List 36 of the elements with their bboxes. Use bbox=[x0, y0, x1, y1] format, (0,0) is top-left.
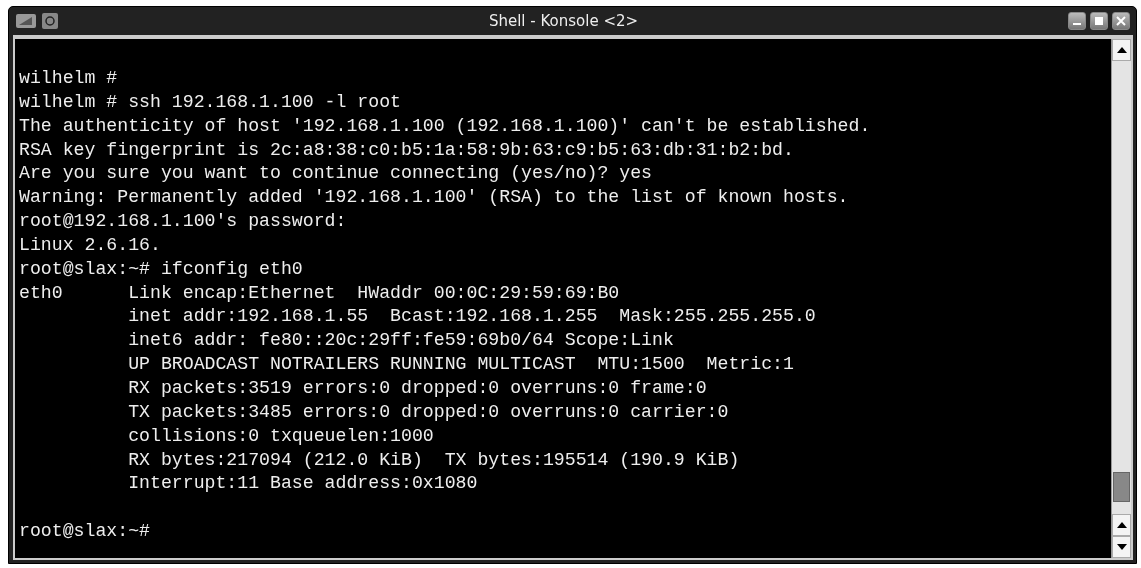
terminal-line: UP BROADCAST NOTRAILERS RUNNING MULTICAST MTU:1500 Metric:1 bbox=[127, 354, 794, 375]
maximize-button[interactable] bbox=[1090, 12, 1108, 30]
up-arrow-icon bbox=[1116, 47, 1127, 53]
terminal-line: Are you sure you want to continue connecting (yes/no)? yes bbox=[19, 163, 653, 184]
terminal-line: Linux 2.6.16. bbox=[19, 234, 161, 255]
terminal-line: eth0 Link encap:Ethernet HWaddr 00:0C:29:59:69:B0 bbox=[19, 282, 620, 303]
shell-prompt: root@slax:~# bbox=[19, 521, 150, 542]
close-icon bbox=[1116, 16, 1126, 26]
scroll-down-button[interactable] bbox=[1112, 536, 1131, 558]
up-arrow-icon bbox=[1116, 522, 1127, 528]
scroll-up-button[interactable] bbox=[1112, 39, 1131, 61]
terminal-line: wilhelm # ssh 192.168.1.100 -l root bbox=[19, 91, 401, 112]
down-arrow-icon bbox=[1116, 544, 1127, 550]
terminal-line: RX packets:3519 errors:0 dropped:0 overruns:0 frame:0 bbox=[127, 377, 707, 398]
scrollbar[interactable] bbox=[1111, 39, 1131, 558]
terminal-line: The authenticity of host '192.168.1.100 (192.168.1.100)' can't be established. bbox=[19, 115, 871, 136]
terminal-line: inet6 addr: fe80::20c:29ff:fe59:69b0/64 Scope:Link bbox=[127, 330, 674, 351]
terminal-line: RSA key fingerprint is 2c:a8:38:c0:b5:1a:58:9b:63:c9:b5:63:db:31:b2:bd. bbox=[19, 139, 794, 160]
scroll-up-button[interactable] bbox=[1112, 514, 1131, 536]
terminal-line: RX bytes:217094 (212.0 KiB) TX bytes:195514 (190.9 KiB) bbox=[127, 449, 740, 470]
terminal-line: collisions:0 txqueuelen:1000 bbox=[127, 425, 434, 446]
terminal-line: wilhelm # bbox=[19, 68, 118, 88]
terminal-line: root@slax:~# ifconfig eth0 bbox=[19, 258, 303, 279]
terminal-line: Interrupt:11 Base address:0x1080 bbox=[127, 473, 478, 494]
terminal-line: inet addr:192.168.1.55 Bcast:192.168.1.255 Mask:255.255.255.0 bbox=[127, 306, 816, 327]
scroll-thumb[interactable] bbox=[1113, 472, 1130, 502]
terminal-line: root@192.168.1.100's password: bbox=[19, 211, 347, 232]
maximize-icon bbox=[1094, 16, 1104, 26]
terminal-line: Warning: Permanently added '192.168.1.100' (RSA) to the list of known hosts. bbox=[19, 187, 849, 208]
sticky-icon[interactable] bbox=[41, 12, 59, 30]
close-button[interactable] bbox=[1112, 12, 1130, 30]
window-menu-icon[interactable] bbox=[15, 12, 37, 30]
minimize-button[interactable] bbox=[1068, 12, 1086, 30]
minimize-icon bbox=[1073, 23, 1081, 25]
terminal-line: TX packets:3485 errors:0 dropped:0 overruns:0 carrier:0 bbox=[127, 401, 729, 422]
window-title: Shell - Konsole <2> bbox=[487, 10, 640, 32]
